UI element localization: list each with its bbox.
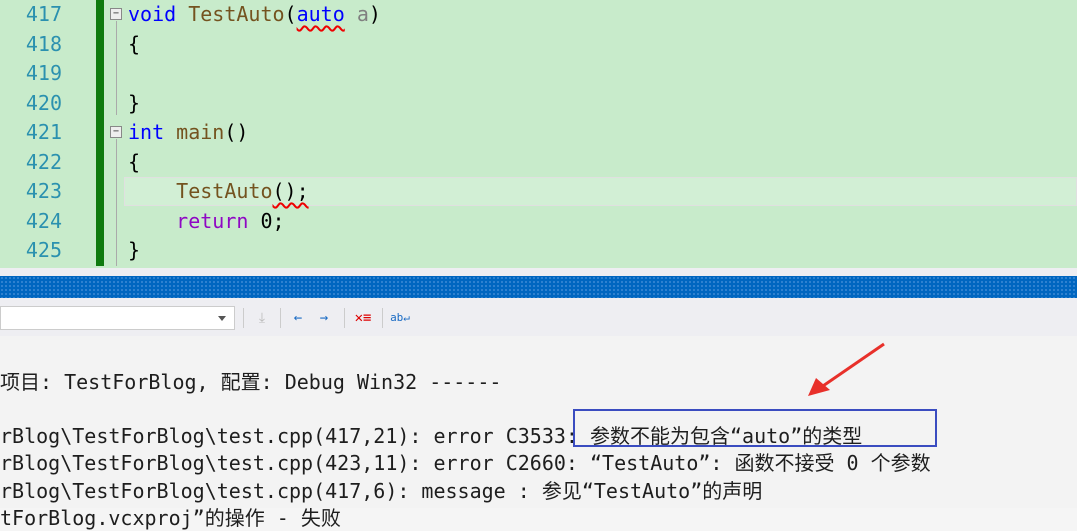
function-name: TestAuto — [188, 2, 285, 26]
outline-guide — [116, 21, 117, 115]
divider — [243, 308, 244, 328]
line-number: 423 — [25, 179, 62, 203]
code-line-425: } — [128, 238, 141, 262]
previous-message-icon[interactable]: ← — [286, 306, 310, 330]
divider — [344, 308, 345, 328]
chevron-down-icon — [218, 316, 226, 321]
divider — [382, 308, 383, 328]
output-line-error: rBlog\TestForBlog\test.cpp(423,11): erro… — [0, 451, 931, 475]
annotation-highlight-box — [573, 409, 937, 447]
splitter[interactable] — [0, 268, 1077, 276]
collapse-icon[interactable]: − — [110, 8, 122, 20]
keyword: return — [176, 209, 249, 233]
keyword: void — [128, 2, 177, 26]
code-line-421: int main() — [128, 120, 248, 144]
code-editor[interactable]: 417 418 419 420 421 422 423 424 425 − − … — [0, 0, 1077, 270]
collapse-icon[interactable]: − — [110, 126, 122, 138]
line-number: 419 — [25, 61, 62, 85]
line-number: 421 — [25, 120, 62, 144]
clear-all-icon[interactable]: ✕≡ — [351, 306, 375, 330]
error-squiggle-auto: auto — [296, 2, 345, 26]
code-text: (); — [272, 179, 309, 203]
paren: ) — [368, 2, 381, 26]
output-line: 项目: TestForBlog, 配置: Debug Win32 ------ — [0, 370, 502, 394]
find-message-icon[interactable]: ⤓ — [250, 306, 274, 330]
param: a — [356, 2, 369, 26]
divider — [280, 308, 281, 328]
code-text: () — [224, 120, 249, 144]
code-line-423: TestAuto(); — [128, 179, 309, 203]
line-number: 424 — [25, 209, 62, 233]
code-line-418: { — [128, 32, 141, 56]
word-wrap-icon[interactable]: ab↵ — [388, 306, 412, 330]
code-line-422: { — [128, 150, 141, 174]
output-line: tForBlog.vcxproj”的操作 - 失败 — [0, 506, 341, 530]
output-toolbar: ⤓ ← → ✕≡ ab↵ — [0, 298, 1077, 336]
line-number: 425 — [25, 238, 62, 262]
outline-guide — [116, 139, 117, 266]
output-line-message: rBlog\TestForBlog\test.cpp(417,6): messa… — [0, 479, 763, 503]
annotation-arrow-icon — [808, 342, 885, 396]
line-number: 417 — [25, 2, 62, 26]
function-name: main — [176, 120, 225, 144]
function-name: TestAuto — [176, 179, 273, 203]
code-line-420: } — [128, 91, 141, 115]
line-number: 420 — [25, 91, 62, 115]
line-number: 422 — [25, 150, 62, 174]
paren: ( — [284, 2, 297, 26]
line-number: 418 — [25, 32, 62, 56]
next-message-icon[interactable]: → — [312, 306, 336, 330]
code-line-424: return 0; — [128, 209, 285, 233]
code-text: 0; — [248, 209, 285, 233]
output-panel-titlebar[interactable] — [0, 276, 1077, 298]
keyword: int — [128, 120, 165, 144]
code-line-417: void TestAuto(auto a) — [128, 2, 381, 26]
output-source-dropdown[interactable] — [0, 306, 235, 330]
change-marker-bar — [96, 0, 104, 266]
